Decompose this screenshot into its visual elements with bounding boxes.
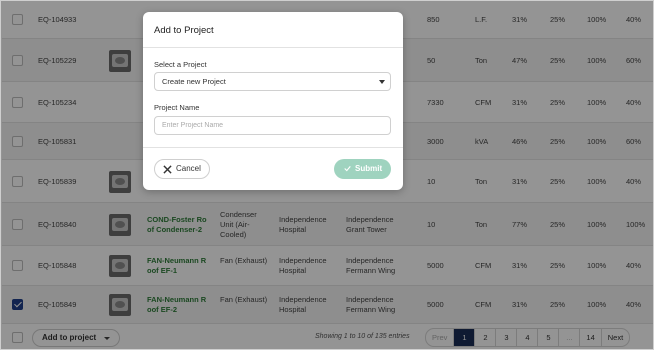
equipment-page: EQ-104933 850 L.F. 31% 25% 100% 40% EQ-105229 50… — [0, 0, 654, 350]
project-select[interactable]: Create new Project — [154, 72, 391, 91]
divider — [143, 147, 403, 148]
divider — [143, 47, 403, 48]
dialog-title: Add to Project — [154, 25, 214, 36]
project-select-value: Create new Project — [162, 77, 226, 86]
submit-button[interactable]: Submit — [334, 159, 391, 179]
submit-label: Submit — [355, 164, 383, 173]
cancel-button[interactable]: Cancel — [154, 159, 210, 179]
project-name-input[interactable] — [154, 116, 391, 135]
cancel-label: Cancel — [176, 164, 201, 173]
select-project-label: Select a Project — [154, 60, 207, 69]
close-icon — [163, 165, 172, 174]
check-icon — [344, 166, 351, 172]
caret-down-icon — [379, 80, 385, 84]
add-to-project-dialog: Add to Project Select a Project Create n… — [143, 12, 403, 190]
project-name-label: Project Name — [154, 103, 200, 112]
